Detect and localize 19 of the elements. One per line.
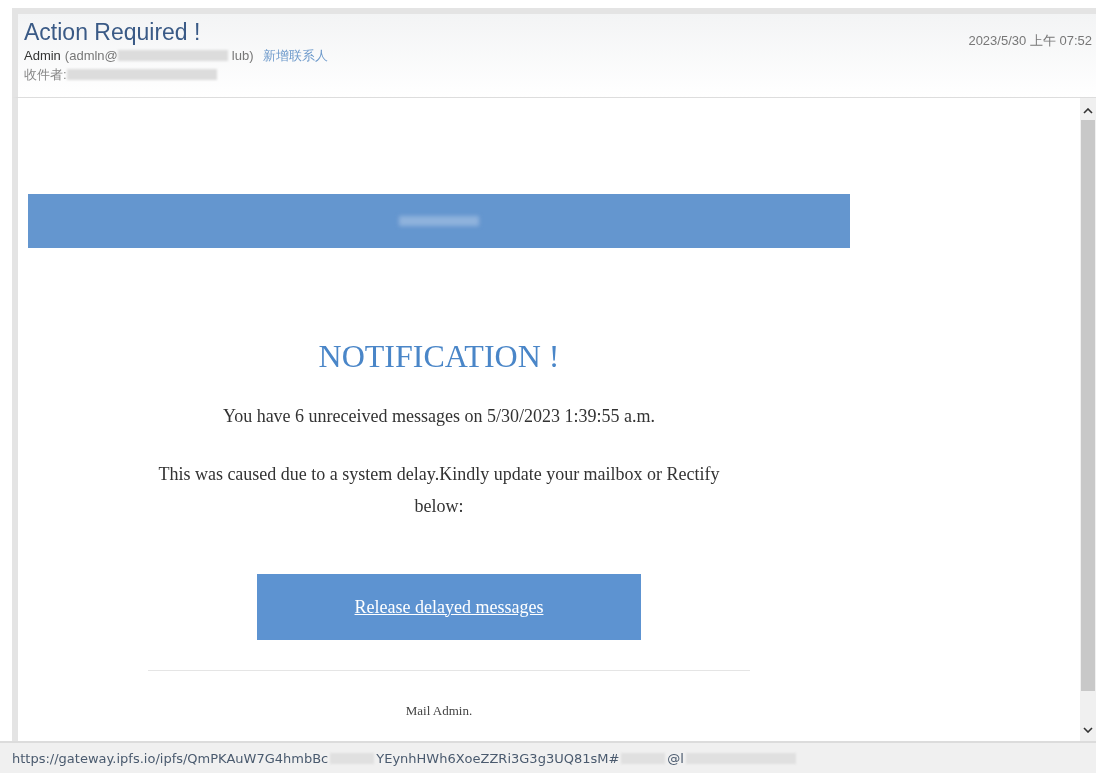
recipient-label: 收件者: bbox=[24, 66, 67, 84]
scrollbar[interactable] bbox=[1080, 98, 1096, 741]
notification-title: NOTIFICATION ! bbox=[317, 337, 561, 376]
signature: Mail Admin. bbox=[404, 703, 474, 719]
scroll-up-icon[interactable] bbox=[1083, 108, 1093, 114]
link-url: https://gateway.ipfs.io/ipfs/QmPKAuW7G4hmbBc bbox=[12, 750, 329, 766]
scroll-down-icon[interactable] bbox=[1083, 727, 1093, 733]
message-text: This was caused due to a system delay.Kindly update your mailbox or Rectify below: bbox=[157, 463, 721, 518]
add-contact-link[interactable]: 新增联系人 bbox=[263, 46, 329, 65]
sender-name: Admin bbox=[24, 47, 61, 65]
email-subject: Action Required ! bbox=[24, 18, 202, 46]
release-messages-button[interactable]: Release delayed messages bbox=[257, 574, 641, 640]
sender-address: (admln@ bbox=[64, 47, 118, 65]
sender-address: lub) bbox=[231, 47, 254, 65]
scrollbar-thumb[interactable] bbox=[1081, 120, 1095, 691]
link-url: YEynhHWh6XoeZZRi3G3g3UQ81sM# bbox=[376, 750, 620, 766]
message-text: You have 6 unreceived messages on 5/30/2023 1:39:55 a.m. bbox=[221, 405, 657, 428]
email-date: 2023/5/30 上午 07:52 bbox=[968, 32, 1093, 50]
link-url: @l bbox=[667, 750, 684, 766]
